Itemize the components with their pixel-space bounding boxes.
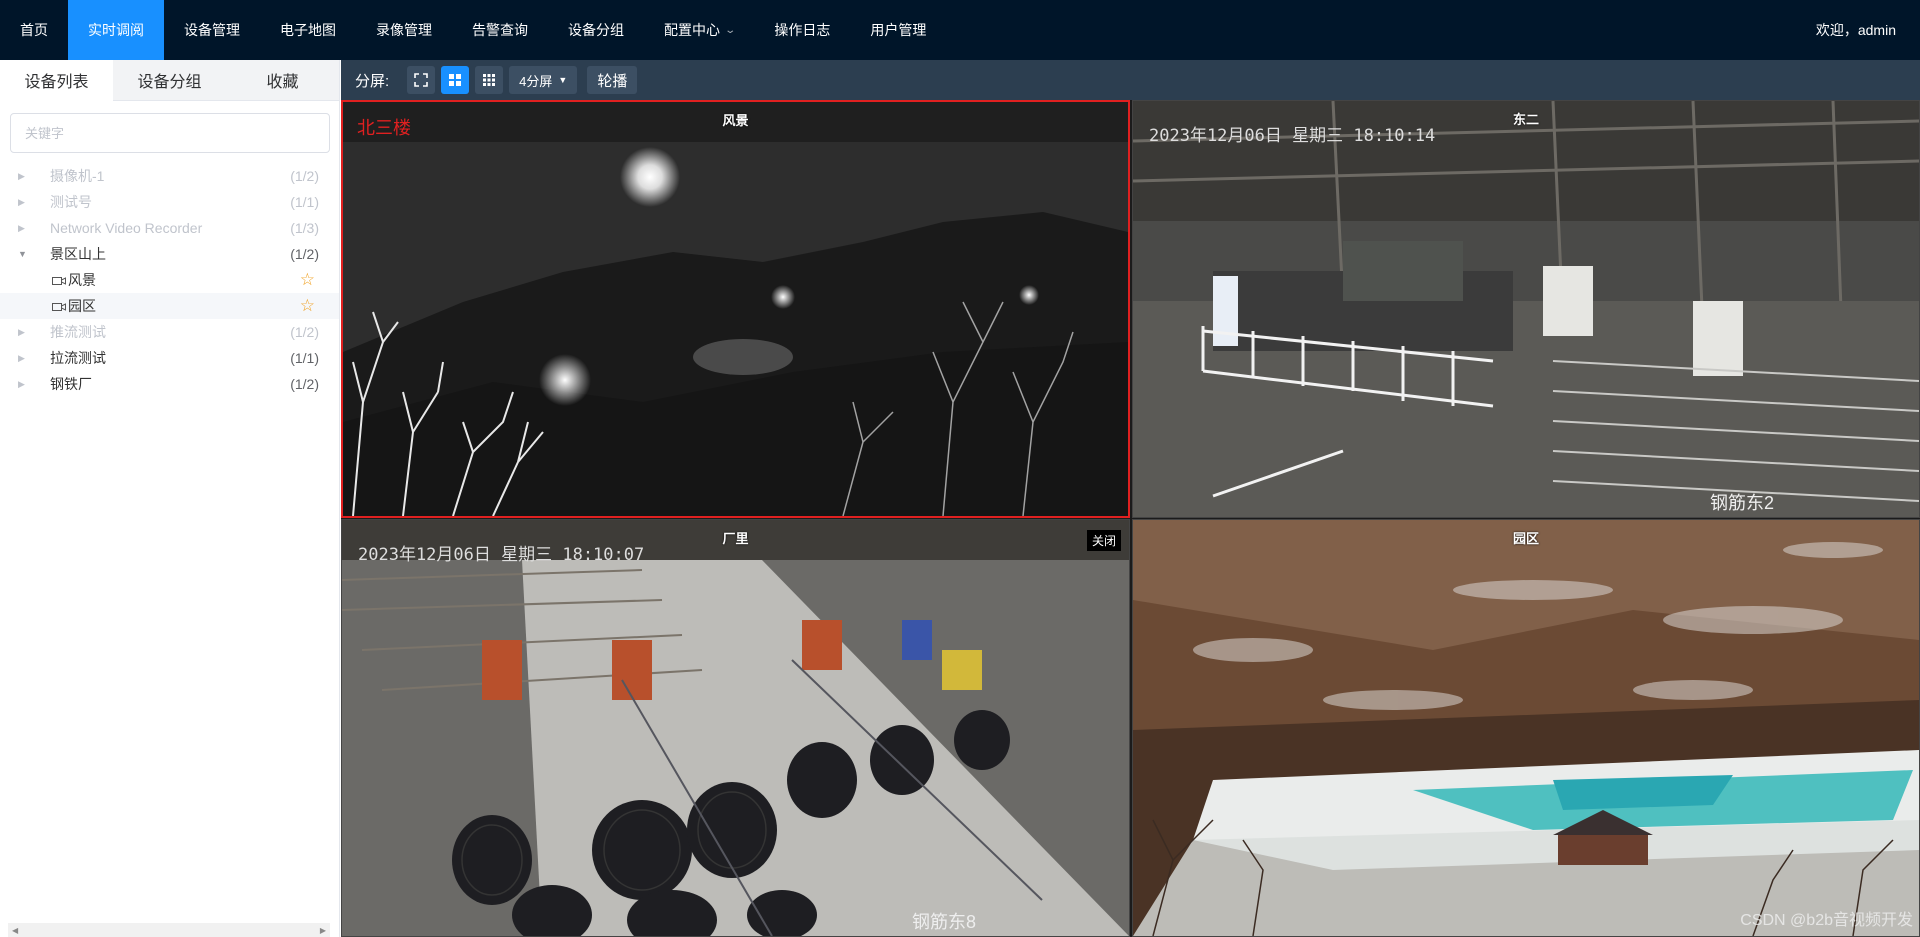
video-camera-icon xyxy=(52,277,66,286)
tree-node-label: 测试号 xyxy=(50,194,92,210)
tree-channel-label: 园区 xyxy=(52,296,300,316)
tree-node-camera-1[interactable]: ▶ 摄像机-1 (1/2) xyxy=(0,163,339,189)
split-toolbar: 分屏: 4分屏 ▼ 轮播 xyxy=(341,60,1920,100)
tree-node-label: 钢铁厂 xyxy=(50,376,92,392)
video-feed-factory-east xyxy=(1133,101,1919,517)
fullscreen-icon xyxy=(414,73,428,87)
layout-9-button[interactable] xyxy=(475,66,504,94)
nav-device-groups[interactable]: 设备分组 xyxy=(548,0,644,60)
scroll-left-icon[interactable]: ◀ xyxy=(8,926,22,935)
tree-node-label: Network Video Recorder xyxy=(50,220,203,236)
channel-name: 风景 xyxy=(68,272,96,288)
video-feed-scenery xyxy=(343,102,1128,516)
top-nav: 首页 实时调阅 设备管理 电子地图 录像管理 告警查询 设备分组 配置中心 ⌄ … xyxy=(0,0,1920,60)
nav-operation-log[interactable]: 操作日志 xyxy=(754,0,850,60)
video-cell-1[interactable]: 风景 北三楼 xyxy=(341,100,1130,518)
video-grid: 风景 北三楼 2023年12月06日 星期三 18:10:14 东二 钢筋东2 … xyxy=(341,100,1920,937)
sidebar: 设备列表 设备分组 收藏 ▶ 摄像机-1 (1/2) ▶ 测试号 (1/1) ▶… xyxy=(0,60,340,937)
tree-node-pull-test[interactable]: ▶ 拉流测试 (1/1) xyxy=(0,345,339,371)
nav-config-center-label: 配置中心 xyxy=(664,22,720,38)
grid-9-icon xyxy=(483,74,496,86)
nav-alarm-query[interactable]: 告警查询 xyxy=(452,0,548,60)
layout-4-button[interactable] xyxy=(441,66,470,94)
star-icon[interactable]: ☆ xyxy=(300,296,315,316)
split-count-value: 4分屏 xyxy=(519,73,553,89)
tree-node-test[interactable]: ▶ 测试号 (1/1) xyxy=(0,189,339,215)
close-video-button[interactable]: 关闭 xyxy=(1086,530,1121,551)
video-title: 风景 xyxy=(722,113,749,128)
fullscreen-button[interactable] xyxy=(407,66,436,94)
caret-right-icon[interactable]: ▶ xyxy=(18,353,28,364)
caret-right-icon[interactable]: ▶ xyxy=(18,223,28,234)
tree-channel-park[interactable]: 园区 ☆ xyxy=(0,293,339,319)
video-title: 厂里 xyxy=(722,531,749,546)
keyword-search-input[interactable] xyxy=(10,113,330,153)
video-feed-park xyxy=(1133,520,1919,936)
nav-device-management[interactable]: 设备管理 xyxy=(164,0,260,60)
nav-user-management[interactable]: 用户管理 xyxy=(850,0,946,60)
nav-recordings[interactable]: 录像管理 xyxy=(356,0,452,60)
video-cell-2[interactable]: 2023年12月06日 星期三 18:10:14 东二 钢筋东2 xyxy=(1132,100,1920,518)
tree-node-count: (1/1) xyxy=(290,194,319,210)
watermark: CSDN @b2b音视频开发 xyxy=(1740,912,1913,929)
video-camera-icon xyxy=(52,303,66,312)
nav-map[interactable]: 电子地图 xyxy=(260,0,356,60)
tree-node-label: 景区山上 xyxy=(50,246,106,262)
tree-node-label: 拉流测试 xyxy=(50,350,106,366)
tree-node-count: (1/1) xyxy=(290,350,319,366)
channel-name: 园区 xyxy=(68,298,96,314)
welcome-user[interactable]: 欢迎，admin xyxy=(1816,0,1920,60)
chevron-down-icon: ▼ xyxy=(558,75,568,85)
caret-right-icon[interactable]: ▶ xyxy=(18,197,28,208)
tree-node-scenic-mountain[interactable]: ▼ 景区山上 (1/2) xyxy=(0,241,339,267)
tab-device-list[interactable]: 设备列表 xyxy=(0,60,113,101)
tab-favorites[interactable]: 收藏 xyxy=(226,60,339,101)
horizontal-scrollbar[interactable]: ◀ ▶ xyxy=(8,923,330,937)
tab-device-groups[interactable]: 设备分组 xyxy=(113,60,226,101)
tree-node-count: (1/2) xyxy=(290,246,319,262)
osd-channel-label: 钢筋东8 xyxy=(912,912,977,932)
video-cell-4[interactable]: 园区 CSDN @b2b音视频开发 xyxy=(1132,519,1920,937)
split-count-select[interactable]: 4分屏 ▼ xyxy=(509,66,578,94)
caret-down-icon[interactable]: ▼ xyxy=(18,249,28,259)
caret-right-icon[interactable]: ▶ xyxy=(18,171,28,182)
search-wrap xyxy=(0,101,339,153)
tree-node-count: (1/2) xyxy=(290,376,319,392)
star-icon[interactable]: ☆ xyxy=(300,270,315,290)
tree-node-label: 摄像机-1 xyxy=(50,168,105,184)
osd-camera-name: 北三楼 xyxy=(357,118,411,138)
tree-node-count: (1/3) xyxy=(290,220,319,236)
video-title: 东二 xyxy=(1512,112,1539,127)
split-label: 分屏: xyxy=(355,72,390,90)
tree-node-label: 推流测试 xyxy=(50,324,106,340)
tree-channel-label: 风景 xyxy=(52,270,300,290)
tree-node-count: (1/2) xyxy=(290,324,319,340)
tree-node-steel-plant[interactable]: ▶ 钢铁厂 (1/2) xyxy=(0,371,339,397)
caret-right-icon[interactable]: ▶ xyxy=(18,327,28,338)
carousel-button[interactable]: 轮播 xyxy=(587,66,638,94)
video-cell-3[interactable]: 2023年12月06日 星期三 18:10:07 厂里 关闭 钢筋东8 xyxy=(341,519,1130,937)
tree-node-nvr[interactable]: ▶ Network Video Recorder (1/3) xyxy=(0,215,339,241)
video-title: 园区 xyxy=(1512,531,1539,546)
video-feed-factory-floor xyxy=(342,520,1129,936)
tree-node-push-test[interactable]: ▶ 推流测试 (1/2) xyxy=(0,319,339,345)
caret-right-icon[interactable]: ▶ xyxy=(18,379,28,390)
sidebar-tabs: 设备列表 设备分组 收藏 xyxy=(0,60,339,101)
tree-node-count: (1/2) xyxy=(290,168,319,184)
device-tree: ▶ 摄像机-1 (1/2) ▶ 测试号 (1/1) ▶ Network Vide… xyxy=(0,163,339,397)
scroll-right-icon[interactable]: ▶ xyxy=(316,926,330,935)
osd-channel-label: 钢筋东2 xyxy=(1709,493,1774,513)
grid-4-icon xyxy=(449,74,462,86)
nav-home[interactable]: 首页 xyxy=(0,0,68,60)
chevron-down-icon: ⌄ xyxy=(724,24,737,36)
tree-channel-scenery[interactable]: 风景 ☆ xyxy=(0,267,339,293)
nav-live-view[interactable]: 实时调阅 xyxy=(68,0,164,60)
nav-config-center[interactable]: 配置中心 ⌄ xyxy=(644,0,754,60)
